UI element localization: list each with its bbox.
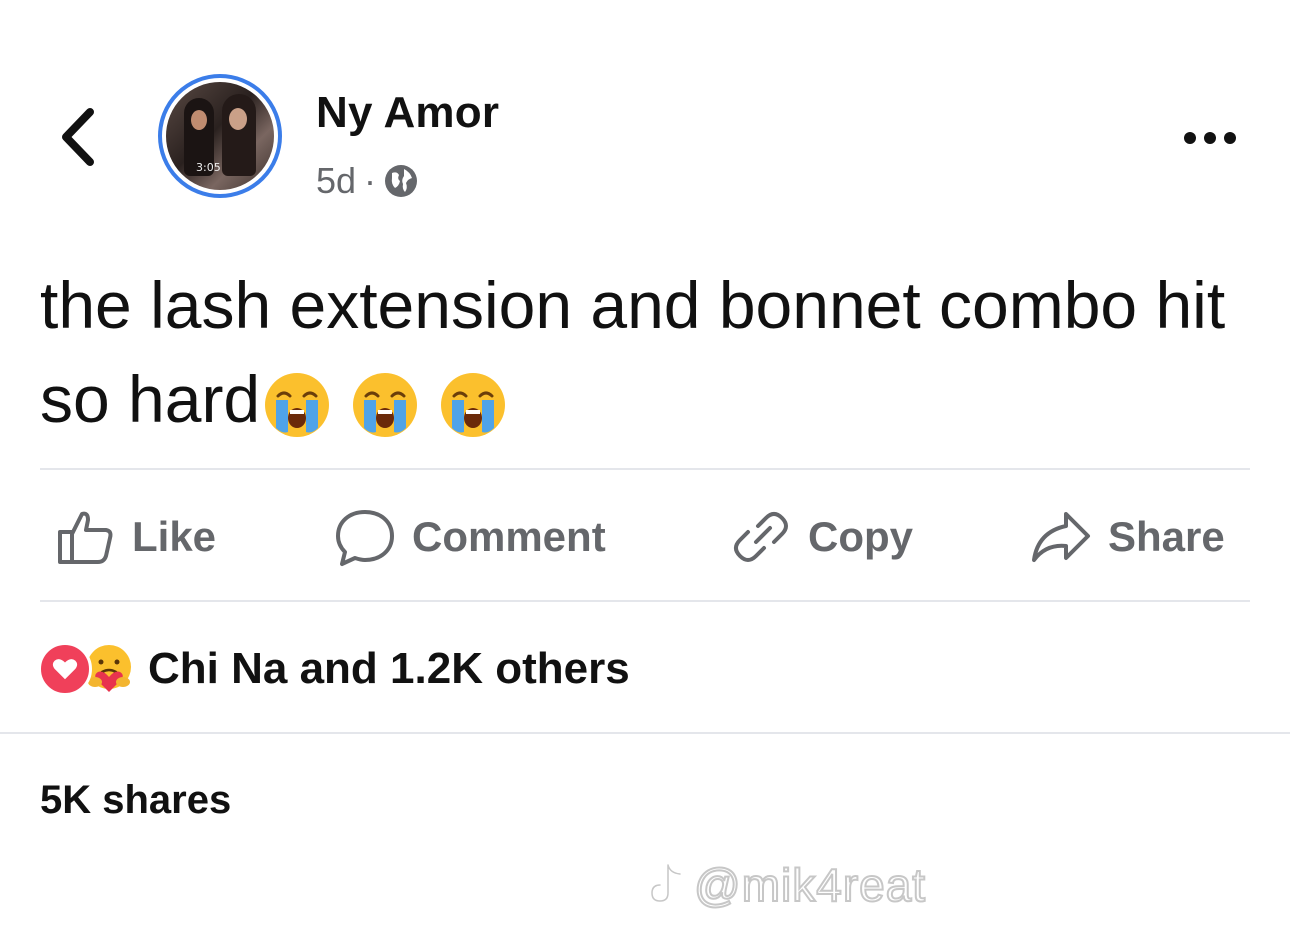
- dot-icon: [1224, 132, 1236, 144]
- loudly-crying-face-icon: [265, 372, 330, 437]
- thumbs-up-icon: [58, 511, 113, 564]
- author-name[interactable]: Ny Amor: [316, 88, 499, 138]
- share-button[interactable]: Share: [1030, 506, 1225, 568]
- share-arrow-icon: [1032, 512, 1090, 562]
- post-text-content: the lash extension and bonnet combo hit …: [40, 268, 1226, 436]
- link-icon: [734, 512, 788, 562]
- comment-button[interactable]: Comment: [334, 506, 606, 568]
- more-options-button[interactable]: [1184, 130, 1240, 146]
- avatar-photo-time: 3:05: [196, 161, 221, 174]
- chevron-left-icon: [62, 108, 94, 166]
- avatar-photo: 3:05: [166, 82, 274, 190]
- heart-reaction-icon: [38, 642, 92, 696]
- back-button[interactable]: [54, 106, 104, 168]
- loudly-crying-face-icon: [441, 372, 506, 437]
- watermark-handle: @mik4reat: [693, 858, 927, 912]
- author-avatar[interactable]: 3:05: [158, 74, 282, 198]
- loudly-crying-face-icon: [353, 372, 418, 437]
- copy-button[interactable]: Copy: [730, 506, 913, 568]
- emoji-row: [262, 370, 508, 440]
- share-label: Share: [1108, 513, 1225, 560]
- divider: [40, 600, 1250, 602]
- post-text: the lash extension and bonnet combo hit …: [40, 258, 1250, 446]
- divider: [0, 732, 1290, 734]
- post-time[interactable]: 5d: [316, 160, 356, 202]
- reactions-summary[interactable]: Chi Na and 1.2K others: [38, 642, 630, 696]
- comment-bubble-icon: [336, 510, 394, 566]
- dot-icon: [1204, 132, 1216, 144]
- comment-label: Comment: [412, 513, 606, 560]
- tiktok-watermark: @mik4reat: [644, 858, 926, 912]
- globe-icon: [385, 165, 418, 197]
- copy-label: Copy: [808, 513, 913, 560]
- reactions-text: Chi Na and 1.2K others: [148, 644, 630, 693]
- tiktok-logo-icon: [649, 862, 683, 904]
- like-label: Like: [132, 513, 217, 560]
- dot-icon: [1184, 132, 1196, 144]
- meta-separator: ·: [364, 160, 377, 201]
- shares-count[interactable]: 5K shares: [40, 778, 231, 823]
- divider: [40, 468, 1250, 470]
- post-meta: 5d ·: [316, 160, 418, 202]
- like-button[interactable]: Like: [54, 506, 216, 568]
